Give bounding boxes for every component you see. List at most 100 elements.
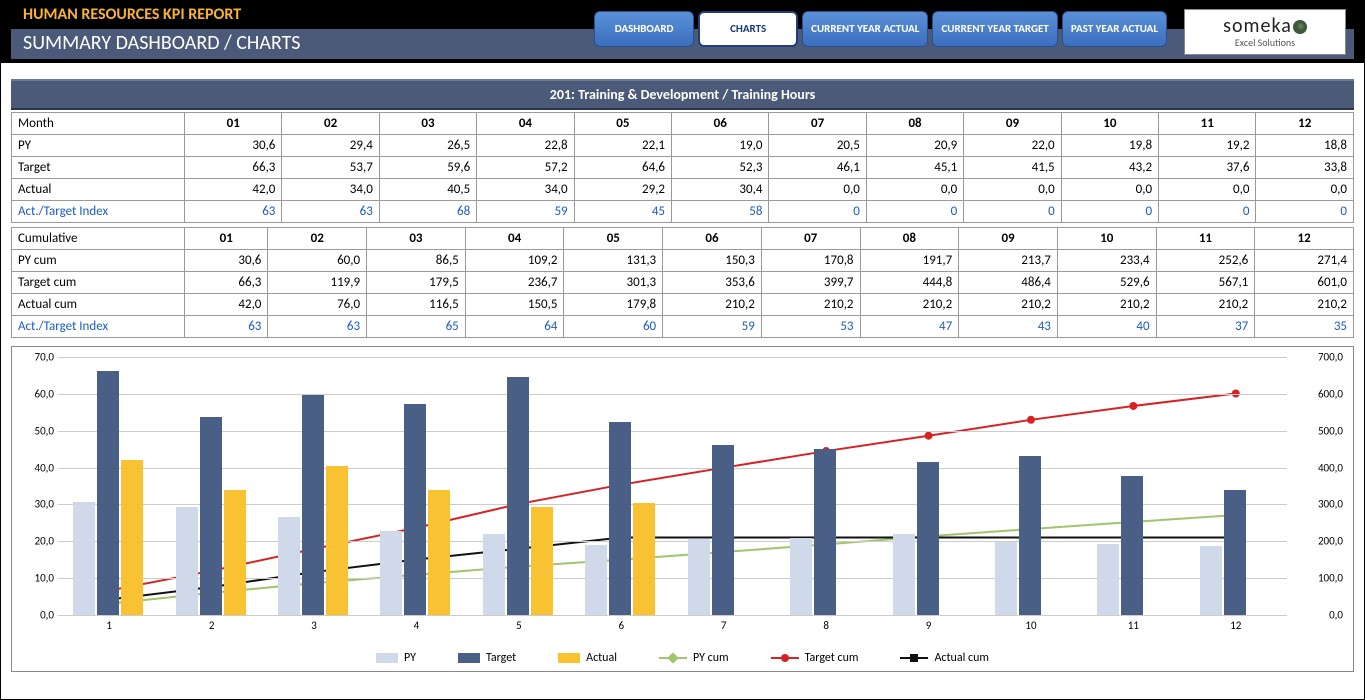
- chart-container: 0,00,010,0100,020,0200,030,0300,040,0400…: [11, 346, 1354, 672]
- data-cell: 30,4: [672, 179, 769, 201]
- data-cell: 0: [1159, 201, 1256, 223]
- data-cell: 29,2: [574, 179, 671, 201]
- logo-ball-icon: [1293, 20, 1307, 34]
- data-cell: 210,2: [761, 294, 860, 316]
- data-cell: 399,7: [761, 272, 860, 294]
- x-label: 4: [414, 619, 420, 632]
- nav-buttons: DASHBOARD CHARTS CURRENT YEAR ACTUAL CUR…: [592, 11, 1169, 47]
- table-row: Act./Target Index636368594558000000: [12, 201, 1354, 223]
- data-cell: 0,0: [769, 179, 866, 201]
- month-header: 11: [1156, 228, 1255, 250]
- y-right-label: 400,0: [1293, 461, 1343, 474]
- data-cell: 47: [860, 316, 959, 338]
- y-left-label: 0,0: [18, 609, 54, 622]
- marker-target-cum: [1129, 402, 1137, 410]
- data-cell: 236,7: [465, 272, 564, 294]
- data-cell: 76,0: [268, 294, 367, 316]
- x-label: 6: [618, 619, 624, 632]
- cumulative-table: Cumulative010203040506070809101112PY cum…: [11, 227, 1354, 338]
- data-cell: 233,4: [1057, 250, 1156, 272]
- data-cell: 210,2: [663, 294, 762, 316]
- table-row: PY cum30,660,086,5109,2131,3150,3170,819…: [12, 250, 1354, 272]
- data-cell: 30,6: [185, 250, 268, 272]
- plot-area: 0,00,010,0100,020,0200,030,0300,040,0400…: [58, 357, 1287, 616]
- data-cell: 33,8: [1256, 157, 1354, 179]
- data-cell: 486,4: [959, 272, 1058, 294]
- row-label: PY cum: [12, 250, 185, 272]
- table-title-cell: Cumulative: [12, 228, 185, 250]
- month-header: 12: [1256, 113, 1354, 135]
- data-cell: 86,5: [367, 250, 466, 272]
- data-cell: 529,6: [1057, 272, 1156, 294]
- nav-dashboard[interactable]: DASHBOARD: [594, 11, 694, 47]
- data-cell: 22,0: [964, 135, 1061, 157]
- data-cell: 64,6: [574, 157, 671, 179]
- y-right-label: 0,0: [1293, 609, 1343, 622]
- month-header: 08: [860, 228, 959, 250]
- data-cell: 210,2: [959, 294, 1058, 316]
- data-cell: 210,2: [1156, 294, 1255, 316]
- x-label: 5: [516, 619, 522, 632]
- bar-py: [688, 539, 710, 615]
- data-cell: 213,7: [959, 250, 1058, 272]
- data-cell: 34,0: [477, 179, 574, 201]
- x-label: 1: [106, 619, 112, 632]
- row-label: Target cum: [12, 272, 185, 294]
- nav-cy-actual[interactable]: CURRENT YEAR ACTUAL: [802, 11, 928, 47]
- nav-cy-target[interactable]: CURRENT YEAR TARGET: [932, 11, 1057, 47]
- data-cell: 63: [282, 201, 379, 223]
- data-cell: 30,6: [185, 135, 282, 157]
- logo: someka Excel Solutions: [1184, 9, 1346, 55]
- month-header: 10: [1061, 113, 1158, 135]
- data-cell: 19,2: [1159, 135, 1256, 157]
- bar-py: [1097, 544, 1119, 615]
- section-title: 201: Training & Development / Training H…: [11, 79, 1354, 110]
- data-cell: 63: [185, 201, 282, 223]
- bar-target: [609, 422, 631, 615]
- month-header: 09: [964, 113, 1061, 135]
- data-cell: 58: [672, 201, 769, 223]
- data-cell: 444,8: [860, 272, 959, 294]
- bar-target: [712, 445, 734, 615]
- data-cell: 63: [185, 316, 268, 338]
- y-right-label: 300,0: [1293, 498, 1343, 511]
- data-cell: 64: [465, 316, 564, 338]
- table-row: Actual42,034,040,534,029,230,40,00,00,00…: [12, 179, 1354, 201]
- y-right-label: 100,0: [1293, 572, 1343, 585]
- table-row: Target66,353,759,657,264,652,346,145,141…: [12, 157, 1354, 179]
- bar-py: [380, 531, 402, 615]
- data-cell: 37: [1156, 316, 1255, 338]
- data-cell: 131,3: [564, 250, 663, 272]
- data-cell: 53,7: [282, 157, 379, 179]
- data-cell: 66,3: [185, 157, 282, 179]
- month-header: 11: [1159, 113, 1256, 135]
- bar-target: [302, 395, 324, 615]
- y-left-label: 60,0: [18, 387, 54, 400]
- x-label: 10: [1025, 619, 1036, 632]
- data-cell: 0,0: [866, 179, 963, 201]
- nav-py-actual[interactable]: PAST YEAR ACTUAL: [1062, 11, 1167, 47]
- table-header-row: Cumulative010203040506070809101112: [12, 228, 1354, 250]
- data-cell: 210,2: [1057, 294, 1156, 316]
- bar-py: [483, 534, 505, 615]
- data-cell: 0: [964, 201, 1061, 223]
- logo-main: someka: [1223, 16, 1307, 36]
- x-label: 11: [1128, 619, 1139, 632]
- table-row: Target cum66,3119,9179,5236,7301,3353,63…: [12, 272, 1354, 294]
- subtitle: SUMMARY DASHBOARD / CHARTS: [23, 31, 300, 55]
- data-cell: 29,4: [282, 135, 379, 157]
- data-cell: 19,0: [672, 135, 769, 157]
- data-cell: 60,0: [268, 250, 367, 272]
- data-cell: 150,3: [663, 250, 762, 272]
- bar-target: [1019, 456, 1041, 615]
- data-cell: 20,5: [769, 135, 866, 157]
- month-header: 08: [866, 113, 963, 135]
- bar-actual: [428, 490, 450, 615]
- bar-target: [1121, 476, 1143, 615]
- data-cell: 59: [663, 316, 762, 338]
- nav-charts[interactable]: CHARTS: [698, 11, 798, 47]
- data-cell: 0,0: [1061, 179, 1158, 201]
- y-right-label: 700,0: [1293, 351, 1343, 364]
- data-cell: 52,3: [672, 157, 769, 179]
- table-row: Actual cum42,076,0116,5150,5179,8210,221…: [12, 294, 1354, 316]
